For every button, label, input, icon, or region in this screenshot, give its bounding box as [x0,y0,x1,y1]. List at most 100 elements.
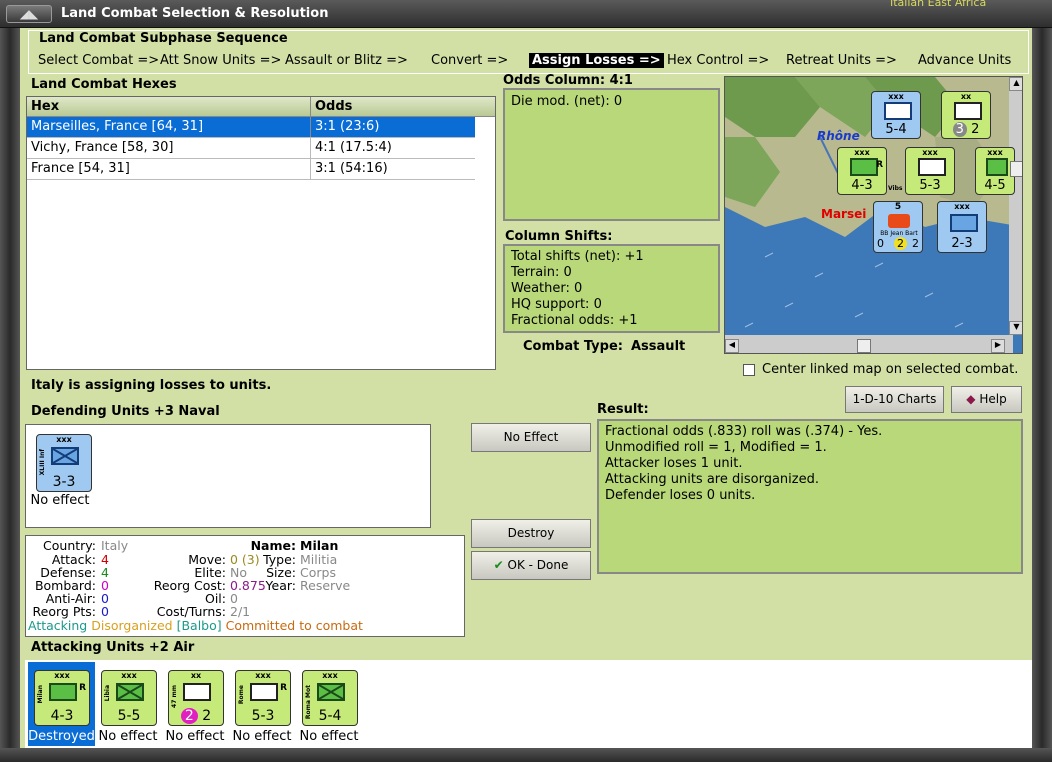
militia-symbol-icon [49,683,77,701]
attacking-unit[interactable]: xxx Milan R 4-3 [34,670,90,726]
attacking-units-title: Attacking Units +2 Air [31,640,195,655]
system-menu-button[interactable]: ◢◣ [6,5,52,23]
unit-size: xxx [987,148,1003,157]
defending-units-title: Defending Units +3 Naval [31,404,220,419]
step-assign-losses[interactable]: Assign Losses => [529,53,664,68]
map-hscroll-thumb[interactable] [857,339,871,353]
flag-committed: Committed to combat [225,618,363,633]
flag-attacking: Attacking [28,618,88,633]
name-label: Name: [250,538,296,553]
unit-strength: 5-3 [251,708,275,724]
window-title: Land Combat Selection & Resolution [61,6,329,21]
unit-strength: 3 2 [942,122,990,137]
map-unit[interactable]: xxx 4-5 [975,147,1015,195]
reorg-pts-value: 0 [101,604,109,619]
year-label: Year: [265,578,296,593]
unit-symbol-icon [950,214,978,232]
destroy-button[interactable]: Destroy [471,519,591,548]
map-vscroll-thumb[interactable] [1010,161,1022,177]
map-scroll-right-icon[interactable]: ▶ [991,339,1005,353]
map-label-vibs: Vibs [888,185,903,192]
header-hex[interactable]: Hex [27,97,311,116]
ship-icon [888,214,910,228]
naval-defense: 2 [894,237,907,250]
linked-map[interactable]: Rhône Marsei Vibs xxx 5-4 xx 3 2 xxx R 4… [724,76,1023,354]
unit-reserve-flag: R [79,683,86,693]
unit-strength: 4-5 [984,178,1006,193]
map-unit[interactable]: xxx 2-3 [937,201,987,253]
step-assault-or-blitz[interactable]: Assault or Blitz => [285,53,408,68]
sequence-title: Land Combat Subphase Sequence [39,31,288,46]
hex-cell: Marseilles, France [64, 31] [27,117,311,137]
step-convert[interactable]: Convert => [431,53,508,68]
unit-symbol-icon [954,102,982,120]
infantry-symbol-icon [116,683,144,701]
step-att-snow-units[interactable]: Att Snow Units => [160,53,281,68]
unit-symbol-icon [918,158,946,176]
attacking-unit[interactable]: xxx Libia 5-5 [101,670,157,726]
result-line: Fractional odds (.833) roll was (.374) -… [605,424,883,439]
hex-cell: Vichy, France [58, 30] [27,138,311,158]
map-scroll-left-icon[interactable]: ◀ [725,339,739,353]
country-label: Country: [43,538,96,553]
unit-size: xx [960,92,972,101]
unit-reserve-flag: R [280,683,287,693]
map-naval-unit[interactable]: 5 BB Jean Bart 0 2 2 [873,201,923,253]
shift-total: Total shifts (net): +1 [511,249,644,264]
column-shifts-title: Column Shifts: [505,229,613,244]
step-select-combat[interactable]: Select Combat => [38,53,159,68]
unit-size: xxx [922,148,938,157]
status-text: Italy is assigning losses to units. [31,378,272,393]
unit-size: xxx [322,671,338,680]
charts-button[interactable]: 1-D-10 Charts [845,386,944,413]
step-hex-control[interactable]: Hex Control => [667,53,769,68]
map-scroll-down-icon[interactable]: ▼ [1009,321,1022,335]
no-effect-button[interactable]: No Effect [471,423,591,452]
defending-unit[interactable]: xxx XLIII Inf 3-3 [36,434,92,492]
unit-name: XLIII Inf [39,449,46,476]
window-menu-icon: ◢◣ [19,7,39,21]
unit-symbol-icon [986,158,1008,176]
header-odds[interactable]: Odds [311,97,352,116]
unit-strength: 5-5 [117,708,141,724]
unit-strength: 5-3 [919,178,941,193]
naval-name: BB Jean Bart [880,230,918,237]
center-linked-checkbox[interactable] [743,364,755,376]
country-value: Italy [101,538,129,553]
map-unit[interactable]: xxx 5-3 [905,147,955,195]
defending-unit-status: No effect [30,493,90,508]
reorg-pts-label: Reorg Pts: [32,604,96,619]
combat-hexes-table: Hex Odds Marseilles, France [64, 31] 3:1… [26,96,496,370]
help-button[interactable]: ◆ Help [951,386,1022,413]
unit-size: xxx [954,202,970,211]
result-line: Unmodified roll = 1, Modified = 1. [605,440,827,455]
step-retreat-units[interactable]: Retreat Units => [786,53,897,68]
attacking-unit[interactable]: xxx Rome R 5-3 [235,670,291,726]
result-line: Defender loses 0 units. [605,488,756,503]
unit-name: Milan [37,685,44,704]
flag-balbo: [Balbo] [176,618,222,633]
unit-strength: 2-3 [951,236,973,251]
attacking-unit-status: No effect [232,729,292,744]
map-unit[interactable]: xx 3 2 [941,91,991,139]
help-label: Help [979,392,1007,406]
attacking-unit[interactable]: xx 47 mm 2 2 [168,670,224,726]
step-advance-units[interactable]: Advance Units [918,53,1011,68]
table-row[interactable]: Vichy, France [58, 30] 4:1 (17.5:4) [27,138,475,159]
corner-text: Italian East Africa [890,0,987,8]
unit-symbol-icon [884,102,912,120]
table-row[interactable]: France [54, 31] 3:1 (54:16) [27,159,475,180]
unit-flags: Attacking Disorganized [Balbo] Committed… [28,619,363,632]
map-scroll-up-icon[interactable]: ▲ [1009,77,1022,91]
map-unit[interactable]: xxx R 4-3 [837,147,887,195]
shift-fractional-odds: Fractional odds: +1 [511,313,638,328]
frame-bottom [0,748,1052,762]
table-row[interactable]: Marseilles, France [64, 31] 3:1 (23:6) [27,117,475,138]
attacking-unit[interactable]: xxx Roma Mot 5-4 [302,670,358,726]
unit-strength: 4-3 [50,708,74,724]
attacking-unit-status: No effect [165,729,225,744]
checkmark-icon: ✔ [493,558,504,572]
map-unit[interactable]: xxx 5-4 [871,91,921,139]
ok-done-button[interactable]: ✔ OK - Done [471,551,591,580]
cost-turns-label: Cost/Turns: [156,604,226,619]
